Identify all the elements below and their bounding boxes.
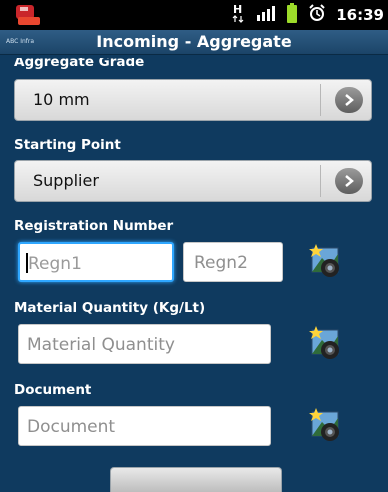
material-quantity-label: Material Quantity (Kg/Lt) [14,300,206,316]
document-input[interactable]: Document [18,406,271,446]
svg-text:H: H [233,3,242,16]
material-quantity-placeholder: Material Quantity [27,335,175,355]
signal-icon [256,5,276,25]
data-hplus-icon: H [232,2,246,28]
regn1-placeholder: Regn1 [28,254,82,274]
starting-point-value: Supplier [33,171,99,190]
regn1-input[interactable]: Regn1 [18,242,174,282]
regn2-placeholder: Regn2 [194,253,248,273]
document-placeholder: Document [27,417,116,437]
form-content[interactable]: Aggregate Grade 10 mm Starting Point Sup… [0,54,388,492]
camera-icon[interactable] [308,322,348,360]
starting-point-spinner[interactable]: Supplier [14,160,372,202]
text-cursor [26,253,28,273]
camera-icon[interactable] [308,404,348,442]
chevron-right-icon[interactable] [335,168,363,194]
regn2-input[interactable]: Regn2 [183,242,283,282]
clock-time: 16:39 [336,6,384,24]
registration-number-label: Registration Number [14,218,174,234]
page-title: Incoming - Aggregate [96,32,292,51]
aggregate-grade-spinner[interactable]: 10 mm [14,79,372,121]
battery-icon [286,3,298,27]
starting-point-label: Starting Point [14,137,121,153]
document-label: Document [14,382,92,398]
aggregate-grade-label: Aggregate Grade [14,54,145,70]
material-quantity-input[interactable]: Material Quantity [18,324,271,364]
status-bar: H 16:39 [0,0,388,30]
app-icon [14,3,42,27]
chevron-right-icon[interactable] [335,87,363,113]
camera-icon[interactable] [308,240,348,278]
aggregate-grade-value: 10 mm [33,90,90,109]
alarm-icon [308,4,326,26]
submit-button[interactable] [110,467,282,492]
title-bar: ABC Infra Incoming - Aggregate [0,30,388,55]
